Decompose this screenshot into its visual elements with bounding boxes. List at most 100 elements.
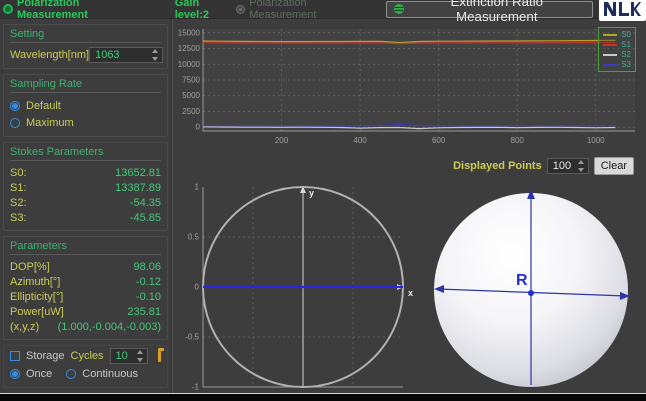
legend-label-S0: S0 (621, 30, 631, 39)
cycles-label: Cycles (71, 350, 104, 362)
legend-swatch-S2 (603, 54, 617, 56)
ellipse-x-label: x (408, 288, 413, 298)
svg-text:0.5: 0.5 (188, 233, 200, 242)
chart-controls: Displayed Points Clear (173, 155, 646, 177)
wavelength-spinbox[interactable] (89, 47, 163, 63)
stokes-row-s0: S0: 13652.81 (10, 165, 161, 180)
cycles-spinbox[interactable] (110, 348, 148, 364)
tab-extinction-ratio-measurement[interactable]: Extinction Ratio Measurement (386, 1, 593, 18)
dop-value: 98.06 (133, 261, 161, 273)
setting-group-title: Setting (10, 26, 161, 43)
spin-up-icon[interactable] (137, 350, 143, 354)
legend-entry-S1: S1 (603, 40, 631, 49)
sampling-rate-title: Sampling Rate (10, 76, 161, 93)
clear-button[interactable]: Clear (594, 157, 634, 175)
app-icon (3, 4, 13, 14)
tab-polarization-label: Polarization Measurement (249, 0, 376, 21)
svg-text:-0.5: -0.5 (185, 333, 199, 342)
spin-up-icon[interactable] (578, 160, 584, 164)
once-label: Once (26, 368, 52, 380)
svg-text:10000: 10000 (178, 60, 201, 69)
legend-swatch-S0 (603, 34, 617, 36)
tab-polarization-measurement[interactable]: Polarization Measurement (236, 0, 376, 21)
svg-text:2500: 2500 (182, 107, 200, 116)
cycles-spin-arrows[interactable] (137, 350, 146, 362)
storage-label: Storage (26, 350, 65, 362)
radio-default-icon[interactable] (10, 101, 20, 111)
xyz-value: (1.000,-0.004,-0.003) (58, 321, 161, 333)
svg-text:600: 600 (432, 136, 446, 145)
legend-entry-S0: S0 (603, 30, 631, 39)
displayed-points-spinbox[interactable] (547, 158, 589, 174)
azimuth-value: -0.12 (136, 276, 161, 288)
legend-swatch-S1 (603, 44, 617, 46)
stokes-time-series-chart: 0250050007500100001250015000200400600800… (173, 19, 646, 155)
stokes-row-s3: S3: -45.85 (10, 210, 161, 225)
s2-value: -54.35 (130, 197, 161, 209)
sampling-maximum-option[interactable]: Maximum (10, 114, 161, 131)
sphere-r-label: R (516, 272, 528, 289)
svg-text:15000: 15000 (178, 28, 201, 37)
parameters-group-title: Parameters (10, 238, 161, 255)
poincare-sphere: R (420, 177, 642, 401)
folder-icon[interactable] (158, 351, 161, 362)
radio-icon (236, 5, 245, 14)
spin-up-icon[interactable] (152, 49, 158, 53)
legend-label-S2: S2 (621, 50, 631, 59)
radio-maximum-icon[interactable] (10, 118, 20, 128)
azimuth-label: Azimuth[°] (10, 276, 60, 288)
svg-text:5000: 5000 (182, 91, 200, 100)
s1-label: S1: (10, 182, 27, 194)
wavelength-label: Wavelength[nm] (10, 49, 89, 61)
storage-checkbox[interactable] (10, 351, 20, 361)
sampling-maximum-label: Maximum (26, 117, 74, 129)
svg-text:-1: -1 (192, 383, 200, 392)
legend-swatch-S3 (603, 64, 617, 66)
radio-continuous-icon[interactable] (66, 369, 76, 379)
plot-area: 0250050007500100001250015000200400600800… (172, 19, 646, 393)
s2-label: S2: (10, 197, 27, 209)
svg-text:800: 800 (511, 136, 525, 145)
stokes-chart-container: 0250050007500100001250015000200400600800… (173, 19, 646, 155)
continuous-label: Continuous (82, 368, 138, 380)
wavelength-spin-arrows[interactable] (152, 49, 161, 61)
svg-text:200: 200 (275, 136, 289, 145)
sampling-default-label: Default (26, 100, 61, 112)
legend-label-S1: S1 (621, 40, 631, 49)
s0-label: S0: (10, 167, 27, 179)
brand-logo-mark (603, 1, 642, 17)
power-value: 235.81 (127, 306, 161, 318)
dop-label: DOP[%] (10, 261, 50, 273)
app-title: Polarization Measurement (17, 0, 153, 21)
s1-value: 13387.89 (115, 182, 161, 194)
spin-down-icon[interactable] (137, 358, 143, 362)
s3-label: S3: (10, 212, 27, 224)
param-row-power: Power[uW] 235.81 (10, 304, 161, 319)
displayed-points-label: Displayed Points (453, 160, 542, 172)
lower-plots: -1-0.500.51-1-0.500.51yx R (173, 177, 646, 401)
param-row-ellipticity: Ellipticity[°] -0.10 (10, 289, 161, 304)
sphere-center-dot (528, 290, 534, 296)
svg-text:1: 1 (195, 183, 200, 192)
stokes-row-s2: S2: -54.35 (10, 195, 161, 210)
ellipse-y-label: y (309, 188, 314, 198)
polarization-app: Polarization Measurement Gain level:2 Po… (0, 0, 646, 401)
title-bar: Polarization Measurement Gain level:2 Po… (0, 0, 646, 19)
settings-panel: Setting Wavelength[nm] Sampling Rate Def… (0, 19, 172, 393)
parameters-group: Parameters DOP[%] 98.06 Azimuth[°] -0.12… (3, 236, 168, 340)
gain-level-label: Gain level:2 (175, 0, 237, 21)
bottom-bar (0, 394, 646, 401)
extinction-ratio-icon (394, 4, 404, 14)
stokes-group-title: Stokes Parameters (10, 144, 161, 161)
radio-once-icon[interactable] (10, 369, 20, 379)
stokes-group: Stokes Parameters S0: 13652.81 S1: 13387… (3, 142, 168, 231)
spin-down-icon[interactable] (578, 168, 584, 172)
svg-text:12500: 12500 (178, 44, 201, 53)
chart-legend: S0S1S2S3 (598, 27, 636, 72)
param-row-xyz: (x,y,z) (1.000,-0.004,-0.003) (10, 319, 161, 334)
legend-entry-S3: S3 (603, 60, 631, 69)
displayed-points-spin-arrows[interactable] (578, 160, 587, 172)
spin-down-icon[interactable] (152, 57, 158, 61)
sampling-default-option[interactable]: Default (10, 97, 161, 114)
svg-text:0: 0 (196, 123, 201, 132)
